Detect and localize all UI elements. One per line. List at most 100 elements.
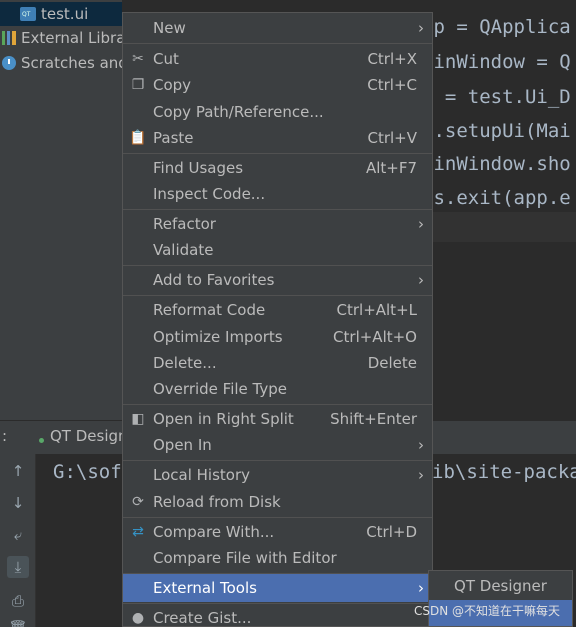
trash-icon[interactable]: 🗑 — [7, 617, 29, 627]
run-toolbar: ↑ ↓ ⤶ ⤓ ⎙ 🗑 — [0, 454, 36, 627]
menu-item-label: Reload from Disk — [153, 493, 281, 511]
menu-separator — [123, 43, 432, 44]
code-line: ainWindow.sho — [422, 153, 571, 175]
menu-item-label: External Tools — [153, 579, 257, 597]
menu-item-label: Delete... — [153, 354, 217, 372]
soft-wrap-icon[interactable]: ⤶ — [7, 524, 29, 546]
tree-item-test-ui[interactable]: test.ui — [0, 2, 122, 26]
menu-item-cut[interactable]: ✂ Cut Ctrl+X — [123, 46, 432, 72]
menu-item-shortcut: Shift+Enter — [330, 410, 417, 428]
menu-item-label: Create Gist... — [153, 609, 252, 627]
menu-item-label: Copy — [153, 76, 192, 94]
menu-item-label: Open In — [153, 436, 212, 454]
menu-item-shortcut: Ctrl+Alt+O — [333, 328, 417, 346]
menu-item-label: Compare With... — [153, 523, 275, 541]
chevron-right-icon: › — [418, 19, 424, 37]
qt-ui-file-icon — [20, 7, 36, 21]
menu-item-find-usages[interactable]: Find Usages Alt+F7 — [123, 155, 432, 181]
tree-item-label: Scratches and — [21, 54, 122, 72]
reload-icon: ⟳ — [132, 494, 144, 510]
menu-item-copy-path[interactable]: Copy Path/Reference... — [123, 99, 432, 125]
menu-item-new[interactable]: New › — [123, 15, 432, 41]
menu-item-compare-file-with-editor[interactable]: Compare File with Editor — [123, 545, 432, 571]
menu-item-label: Copy Path/Reference... — [153, 103, 324, 121]
menu-item-paste[interactable]: 📋 Paste Ctrl+V — [123, 125, 432, 151]
run-status-icon — [39, 438, 44, 443]
down-arrow-icon[interactable]: ↓ — [7, 492, 29, 514]
menu-item-create-gist[interactable]: ● Create Gist... — [123, 605, 432, 627]
code-line: i.setupUi(Mai — [422, 120, 571, 142]
menu-item-label: Cut — [153, 50, 179, 68]
menu-item-local-history[interactable]: Local History › — [123, 462, 432, 488]
code-line: ys.exit(app.e — [422, 187, 571, 209]
print-icon[interactable]: ⎙ — [7, 590, 29, 612]
github-icon: ● — [131, 610, 145, 626]
menu-item-validate[interactable]: Validate — [123, 237, 432, 263]
menu-item-label: Local History — [153, 466, 251, 484]
menu-item-shortcut: Ctrl+C — [367, 76, 417, 94]
menu-separator — [123, 603, 432, 604]
menu-item-compare-with[interactable]: ⇄ Compare With... Ctrl+D — [123, 519, 432, 545]
menu-separator — [123, 460, 432, 461]
submenu-item-qt-designer[interactable]: QT Designer — [429, 573, 572, 599]
menu-item-shortcut: Ctrl+D — [366, 523, 417, 541]
tree-item-scratches[interactable]: Scratches and — [0, 51, 122, 75]
tree-item-label: External Librar — [21, 29, 122, 47]
chevron-right-icon: › — [418, 271, 424, 289]
code-line: ainWindow = Q — [422, 51, 571, 73]
menu-item-label: New — [153, 19, 186, 37]
menu-item-shortcut: Delete — [367, 354, 417, 372]
menu-item-copy[interactable]: ❐ Copy Ctrl+C — [123, 72, 432, 98]
run-label-prefix: : — [2, 427, 8, 445]
context-menu: New › ✂ Cut Ctrl+X ❐ Copy Ctrl+C Copy Pa… — [122, 12, 433, 627]
code-line: op = QApplica — [422, 16, 571, 38]
chevron-right-icon: › — [418, 579, 424, 597]
run-tab-qt-designer[interactable]: QT Design — [50, 427, 128, 445]
menu-item-label: Open in Right Split — [153, 410, 294, 428]
menu-separator — [123, 209, 432, 210]
menu-item-shortcut: Alt+F7 — [365, 159, 417, 177]
project-tree: test.ui External Librar Scratches and — [0, 0, 122, 420]
menu-item-override-file-type[interactable]: Override File Type — [123, 376, 432, 402]
console-text-right: ib\site-packa — [432, 461, 576, 483]
menu-item-label: Inspect Code... — [153, 185, 266, 203]
up-arrow-icon[interactable]: ↑ — [7, 460, 29, 482]
chevron-right-icon: › — [418, 466, 424, 484]
menu-item-shortcut: Ctrl+V — [367, 129, 417, 147]
scratch-icon — [2, 56, 16, 70]
menu-item-optimize-imports[interactable]: Optimize Imports Ctrl+Alt+O — [123, 324, 432, 350]
chevron-right-icon: › — [418, 215, 424, 233]
menu-item-label: Validate — [153, 241, 214, 259]
scroll-to-end-icon[interactable]: ⤓ — [7, 556, 29, 578]
menu-separator — [123, 295, 432, 296]
menu-item-label: Paste — [153, 129, 194, 147]
code-line: i = test.Ui_D — [422, 86, 571, 108]
menu-item-refactor[interactable]: Refactor › — [123, 211, 432, 237]
menu-separator — [123, 153, 432, 154]
menu-item-reload-from-disk[interactable]: ⟳ Reload from Disk — [123, 489, 432, 515]
menu-separator — [123, 404, 432, 405]
library-icon — [2, 31, 16, 45]
menu-item-label: Override File Type — [153, 380, 287, 398]
menu-item-label: Compare File with Editor — [153, 549, 337, 567]
menu-item-shortcut: Ctrl+Alt+L — [336, 301, 418, 319]
watermark: CSDN @不知道在干嘛每天 — [413, 604, 560, 618]
menu-item-open-in[interactable]: Open In › — [123, 432, 432, 458]
console-text-left: G:\sof — [53, 461, 122, 483]
tree-item-external-libraries[interactable]: External Librar — [0, 26, 122, 50]
menu-separator — [123, 517, 432, 518]
split-icon: ◧ — [131, 411, 145, 427]
tree-item-label: test.ui — [41, 5, 89, 23]
menu-item-open-in-right-split[interactable]: ◧ Open in Right Split Shift+Enter — [123, 406, 432, 432]
menu-item-label: Add to Favorites — [153, 271, 275, 289]
menu-separator — [123, 265, 432, 266]
copy-icon: ❐ — [131, 77, 145, 93]
cut-icon: ✂ — [132, 51, 144, 67]
menu-item-inspect-code[interactable]: Inspect Code... — [123, 181, 432, 207]
menu-item-add-to-favorites[interactable]: Add to Favorites › — [123, 267, 432, 293]
menu-item-delete[interactable]: Delete... Delete — [123, 350, 432, 376]
menu-item-reformat-code[interactable]: Reformat Code Ctrl+Alt+L — [123, 297, 432, 323]
menu-item-label: Find Usages — [153, 159, 244, 177]
menu-item-label: Reformat Code — [153, 301, 266, 319]
menu-item-external-tools[interactable]: External Tools › — [123, 574, 432, 602]
